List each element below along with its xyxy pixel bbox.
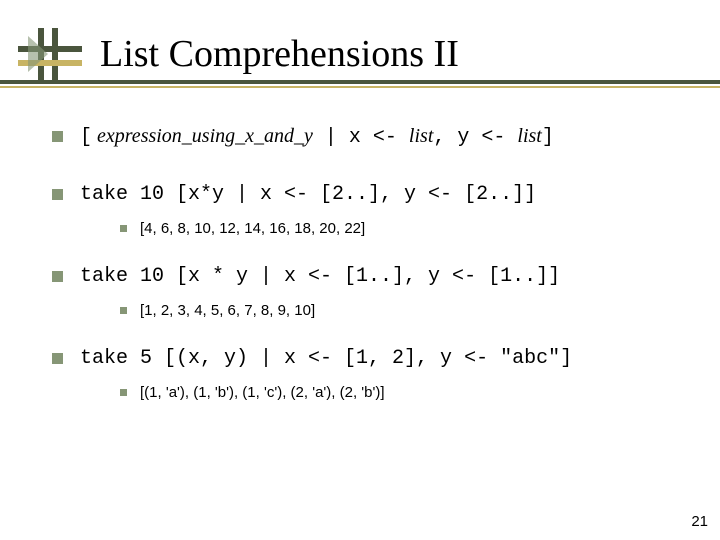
slide-title: List Comprehensions II bbox=[100, 32, 459, 76]
square-bullet-icon bbox=[120, 307, 127, 314]
list-item: take 10 [x * y | x <- [1..], y <- [1..]]… bbox=[52, 265, 690, 319]
result-text: [(1, 'a'), (1, 'b'), (1, 'c'), (2, 'a'),… bbox=[140, 384, 385, 401]
square-bullet-icon bbox=[52, 271, 63, 282]
sub-list: [1, 2, 3, 4, 5, 6, 7, 8, 9, 10] bbox=[80, 302, 690, 319]
code-line: take 10 [x*y | x <- [2..], y <- [2..]] bbox=[80, 183, 536, 206]
code-text: [ bbox=[80, 126, 92, 149]
list-item: [4, 6, 8, 10, 12, 14, 16, 18, 20, 22] bbox=[120, 220, 690, 237]
result-text: [1, 2, 3, 4, 5, 6, 7, 8, 9, 10] bbox=[140, 302, 315, 319]
italic-text: expression_using_x_and_y bbox=[92, 125, 313, 147]
sub-list: [(1, 'a'), (1, 'b'), (1, 'c'), (2, 'a'),… bbox=[80, 384, 690, 401]
syntax-template: [ expression_using_x_and_y | x <- list, … bbox=[80, 126, 554, 149]
list-item: take 10 [x*y | x <- [2..], y <- [2..]] [… bbox=[52, 183, 690, 237]
slide-body: [ expression_using_x_and_y | x <- list, … bbox=[52, 125, 690, 429]
italic-text: list bbox=[409, 125, 433, 147]
code-text: , y <- bbox=[433, 126, 517, 149]
list-item: take 5 [(x, y) | x <- [1, 2], y <- "abc"… bbox=[52, 347, 690, 401]
code-text: ] bbox=[542, 126, 554, 149]
title-row: List Comprehensions II bbox=[0, 28, 720, 80]
square-bullet-icon bbox=[52, 353, 63, 364]
square-bullet-icon bbox=[120, 389, 127, 396]
sub-list: [4, 6, 8, 10, 12, 14, 16, 18, 20, 22] bbox=[80, 220, 690, 237]
list-item: [ expression_using_x_and_y | x <- list, … bbox=[52, 125, 690, 149]
list-item: [(1, 'a'), (1, 'b'), (1, 'c'), (2, 'a'),… bbox=[120, 384, 690, 401]
divider-light bbox=[0, 86, 720, 88]
code-line: take 5 [(x, y) | x <- [1, 2], y <- "abc"… bbox=[80, 347, 572, 370]
square-bullet-icon bbox=[120, 225, 127, 232]
square-bullet-icon bbox=[52, 131, 63, 142]
italic-text: list bbox=[517, 125, 541, 147]
haskell-logo-icon bbox=[0, 28, 100, 80]
bullet-list: [ expression_using_x_and_y | x <- list, … bbox=[52, 125, 690, 401]
divider-dark bbox=[0, 80, 720, 84]
page-number: 21 bbox=[691, 513, 708, 530]
list-item: [1, 2, 3, 4, 5, 6, 7, 8, 9, 10] bbox=[120, 302, 690, 319]
code-text: | x <- bbox=[313, 126, 409, 149]
square-bullet-icon bbox=[52, 189, 63, 200]
result-text: [4, 6, 8, 10, 12, 14, 16, 18, 20, 22] bbox=[140, 220, 365, 237]
code-line: take 10 [x * y | x <- [1..], y <- [1..]] bbox=[80, 265, 560, 288]
